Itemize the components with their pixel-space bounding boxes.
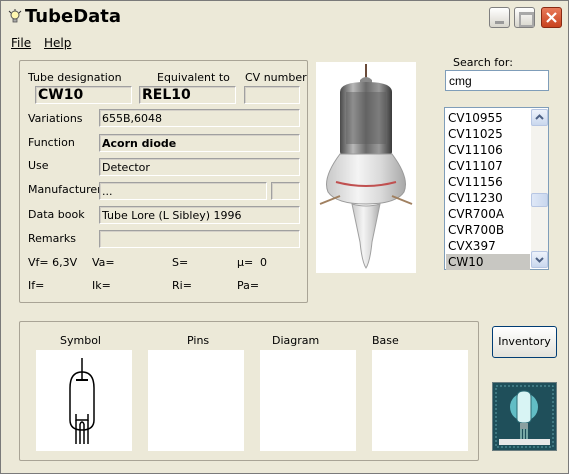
scroll-up-button[interactable] bbox=[531, 109, 548, 126]
ri-label: Ri= bbox=[172, 279, 192, 292]
ik-label: Ik= bbox=[92, 279, 111, 292]
minimize-button[interactable] bbox=[489, 7, 510, 28]
va-label: Va= bbox=[92, 256, 115, 269]
function-field[interactable]: Acorn diode bbox=[99, 134, 300, 152]
list-item[interactable]: CV11107 bbox=[446, 158, 530, 174]
use-field[interactable]: Detector bbox=[99, 158, 300, 176]
list-item[interactable]: CV11106 bbox=[446, 142, 530, 158]
if-label: If= bbox=[28, 279, 45, 292]
pins-panel bbox=[148, 350, 244, 451]
title-bar[interactable]: TubeData bbox=[1, 1, 568, 32]
variations-field[interactable]: 655B,6048 bbox=[99, 109, 300, 127]
list-item[interactable]: CV11156 bbox=[446, 174, 530, 190]
list-item[interactable]: CVX397 bbox=[446, 238, 530, 254]
tube-list[interactable]: CV10955 CV11025 CV11106 CV11107 CV11156 … bbox=[444, 107, 549, 270]
diagram-label: Diagram bbox=[272, 334, 320, 347]
data-book-label: Data book bbox=[28, 208, 85, 221]
tube-designation-label: Tube designation bbox=[28, 71, 122, 84]
symbol-label: Symbol bbox=[60, 334, 101, 347]
remarks-field[interactable] bbox=[99, 230, 300, 248]
chevron-up-icon bbox=[535, 114, 544, 120]
close-button[interactable] bbox=[541, 7, 562, 28]
menu-file[interactable]: File bbox=[11, 36, 31, 50]
manufacturer-field[interactable]: ... bbox=[99, 182, 267, 200]
base-panel bbox=[372, 350, 468, 451]
s-label: S= bbox=[172, 256, 189, 269]
diode-symbol-icon bbox=[69, 358, 95, 444]
vf-value: Vf= 6,3V bbox=[28, 256, 78, 269]
app-window: TubeData File Help Tube designation Equi… bbox=[0, 0, 569, 474]
maximize-button[interactable] bbox=[514, 7, 535, 28]
scroll-down-button[interactable] bbox=[531, 251, 548, 268]
tube-logo[interactable] bbox=[492, 382, 557, 451]
scroll-thumb[interactable] bbox=[531, 193, 548, 207]
search-label: Search for: bbox=[453, 56, 513, 69]
manufacturer-code-field[interactable] bbox=[271, 182, 300, 200]
list-item[interactable]: CVR700B bbox=[446, 222, 530, 238]
data-book-field[interactable]: Tube Lore (L Sibley) 1996 bbox=[99, 206, 300, 224]
function-label: Function bbox=[28, 136, 75, 149]
tube-designation-field[interactable]: CW10 bbox=[35, 86, 132, 104]
menu-help[interactable]: Help bbox=[44, 36, 71, 50]
equivalent-to-label: Equivalent to bbox=[157, 71, 230, 84]
inventory-button[interactable]: Inventory bbox=[492, 326, 557, 358]
close-icon bbox=[546, 12, 557, 23]
cv-number-field[interactable] bbox=[244, 86, 300, 104]
list-item[interactable]: CVR700A bbox=[446, 206, 530, 222]
symbol-panel bbox=[36, 350, 132, 451]
manufacturer-label: Manufacturer bbox=[28, 183, 102, 196]
equivalent-to-field[interactable]: REL10 bbox=[139, 86, 236, 104]
base-label: Base bbox=[372, 334, 399, 347]
remarks-label: Remarks bbox=[28, 232, 76, 245]
variations-label: Variations bbox=[28, 112, 83, 125]
window-title: TubeData bbox=[25, 6, 122, 27]
list-item[interactable]: CV11230 bbox=[446, 190, 530, 206]
menu-bar: File Help bbox=[1, 34, 568, 54]
menu-file-label: File bbox=[11, 36, 32, 50]
pa-label: Pa= bbox=[237, 279, 260, 292]
mu-label: µ= bbox=[237, 256, 254, 269]
chevron-down-icon bbox=[535, 257, 544, 263]
list-item[interactable]: CV10955 bbox=[446, 110, 530, 126]
lightbulb-icon bbox=[7, 9, 23, 25]
tube-photo bbox=[316, 62, 416, 273]
use-label: Use bbox=[28, 159, 49, 172]
cv-number-label: CV number bbox=[245, 71, 307, 84]
list-item-selected[interactable]: CW10 bbox=[446, 254, 530, 270]
search-input[interactable] bbox=[445, 70, 549, 91]
pins-label: Pins bbox=[187, 334, 210, 347]
list-scrollbar[interactable] bbox=[531, 109, 548, 268]
diagram-panel bbox=[260, 350, 356, 451]
list-item[interactable]: CV11025 bbox=[446, 126, 530, 142]
mu-value: 0 bbox=[260, 256, 267, 269]
menu-help-label: Help bbox=[44, 36, 72, 50]
